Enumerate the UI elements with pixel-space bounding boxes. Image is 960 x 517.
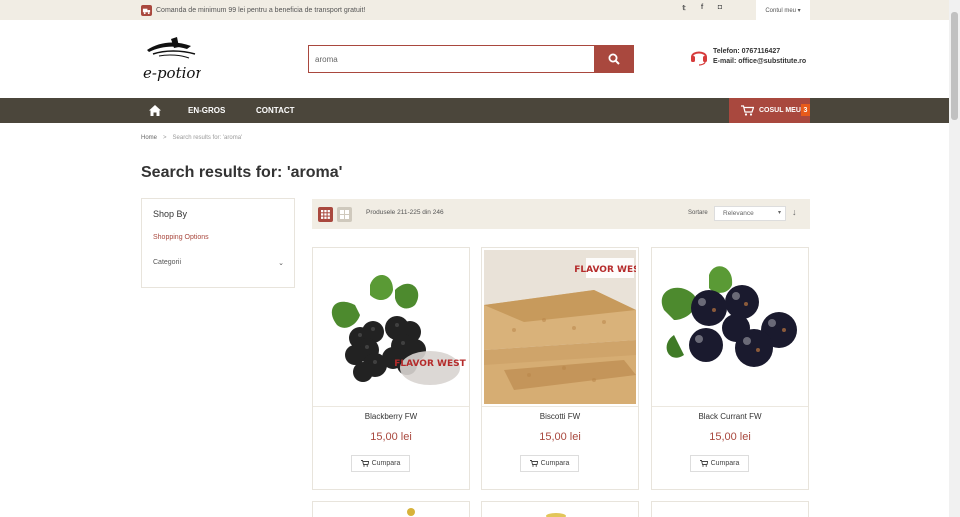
card-divider [482, 406, 638, 407]
product-card[interactable]: FLAVOR WEST Blackberry FW 15,00 lei Cump… [312, 247, 470, 490]
buy-button[interactable]: Cumpara [351, 455, 410, 472]
search-bar [308, 45, 634, 73]
chevron-down-icon: ▾ [777, 210, 781, 216]
shop-by-sidebar: Shop By Shopping Options Categorii ⌄ [141, 198, 295, 288]
product-image-black-currant[interactable] [654, 250, 806, 404]
product-price: 15,00 lei [539, 431, 581, 443]
nav-item-en-gros[interactable]: EN-GROS [188, 98, 225, 123]
cart-label: COSUL MEU [759, 107, 801, 114]
phone-text: Telefon: 0767116427 [713, 48, 781, 55]
search-input[interactable] [309, 46, 594, 72]
account-dropdown[interactable]: Contul meu ▾ [756, 0, 810, 20]
toolbar-amount: Produsele 211-225 din 246 [366, 209, 444, 216]
products-toolbar: Produsele 211-225 din 246 Sortare Releva… [312, 199, 810, 229]
sort-label: Sortare [688, 210, 708, 216]
sort-direction-icon[interactable]: ↓ [792, 207, 797, 217]
buy-label: Cumpara [710, 460, 740, 467]
product-image-partial [546, 513, 566, 517]
buy-button[interactable]: Cumpara [520, 455, 579, 472]
page-title: Search results for: 'aroma' [141, 164, 343, 181]
site-logo[interactable]: e-potion [141, 36, 205, 84]
cart-icon [741, 105, 754, 116]
product-card[interactable]: FLAVOR WEST Biscotti FW 15,00 lei Cumpar… [481, 247, 639, 490]
chevron-down-icon[interactable]: ⌄ [278, 259, 284, 267]
grid-icon [321, 210, 330, 219]
scrollbar-thumb[interactable] [951, 12, 958, 120]
product-price: 15,00 lei [370, 431, 412, 443]
product-price: 15,00 lei [709, 431, 751, 443]
instagram-icon[interactable]: ◘ [716, 4, 724, 12]
list-icon [340, 210, 349, 219]
logo-text: e-potion [143, 64, 201, 82]
product-name[interactable]: Black Currant FW [652, 412, 808, 421]
headset-icon [691, 51, 707, 66]
filter-categorii[interactable]: Categorii [153, 259, 181, 266]
buy-label: Cumpara [371, 460, 401, 467]
list-view-button[interactable] [337, 207, 352, 222]
product-image-biscotti[interactable]: FLAVOR WEST [484, 250, 636, 404]
product-card-partial[interactable] [651, 501, 809, 517]
cart-icon [699, 460, 708, 467]
breadcrumb: Home > Search results for: 'aroma' [141, 135, 242, 141]
sidebar-title: Shop By [153, 209, 188, 219]
nav-item-contact[interactable]: CONTACT [256, 98, 295, 123]
cart-count-badge: 3 [801, 104, 810, 116]
email-text[interactable]: E-mail: office@substitute.ro [713, 57, 806, 67]
flavor-west-badge: FLAVOR WEST [394, 359, 466, 369]
cart-button[interactable]: COSUL MEU 3 [729, 98, 810, 123]
promo-text: Comanda de minimum 99 lei pentru a benef… [156, 6, 366, 14]
cart-icon [360, 460, 369, 467]
twitter-icon[interactable]: 𝕥 [680, 4, 688, 12]
page-scrollbar[interactable] [949, 0, 960, 517]
sidebar-subtitle: Shopping Options [153, 234, 209, 241]
buy-button[interactable]: Cumpara [690, 455, 749, 472]
product-image-blackberry[interactable]: FLAVOR WEST [315, 250, 467, 404]
buy-label: Cumpara [540, 460, 570, 467]
breadcrumb-home[interactable]: Home [141, 135, 157, 141]
sort-value: Relevance [723, 210, 754, 217]
card-divider [313, 406, 469, 407]
home-icon[interactable] [148, 104, 162, 117]
breadcrumb-current: Search results for: 'aroma' [172, 135, 243, 141]
truck-icon [141, 4, 152, 16]
product-card-partial[interactable] [481, 501, 639, 517]
card-divider [652, 406, 808, 407]
contact-info: Telefon: 0767116427 E-mail: office@subst… [689, 45, 814, 69]
search-icon [608, 53, 620, 65]
product-card-partial[interactable] [312, 501, 470, 517]
top-bar: Comanda de minimum 99 lei pentru a benef… [0, 0, 949, 20]
sort-select[interactable]: Relevance ▾ [714, 206, 786, 221]
facebook-icon[interactable]: f [698, 4, 706, 12]
product-name[interactable]: Blackberry FW [313, 412, 469, 421]
search-button[interactable] [594, 46, 633, 72]
product-image-partial [407, 508, 415, 516]
product-name[interactable]: Biscotti FW [482, 412, 638, 421]
cart-icon [529, 460, 538, 467]
flavor-west-badge: FLAVOR WEST [574, 265, 636, 275]
product-card[interactable]: Black Currant FW 15,00 lei Cumpara [651, 247, 809, 490]
breadcrumb-separator: > [163, 135, 167, 141]
grid-view-button[interactable] [318, 207, 333, 222]
